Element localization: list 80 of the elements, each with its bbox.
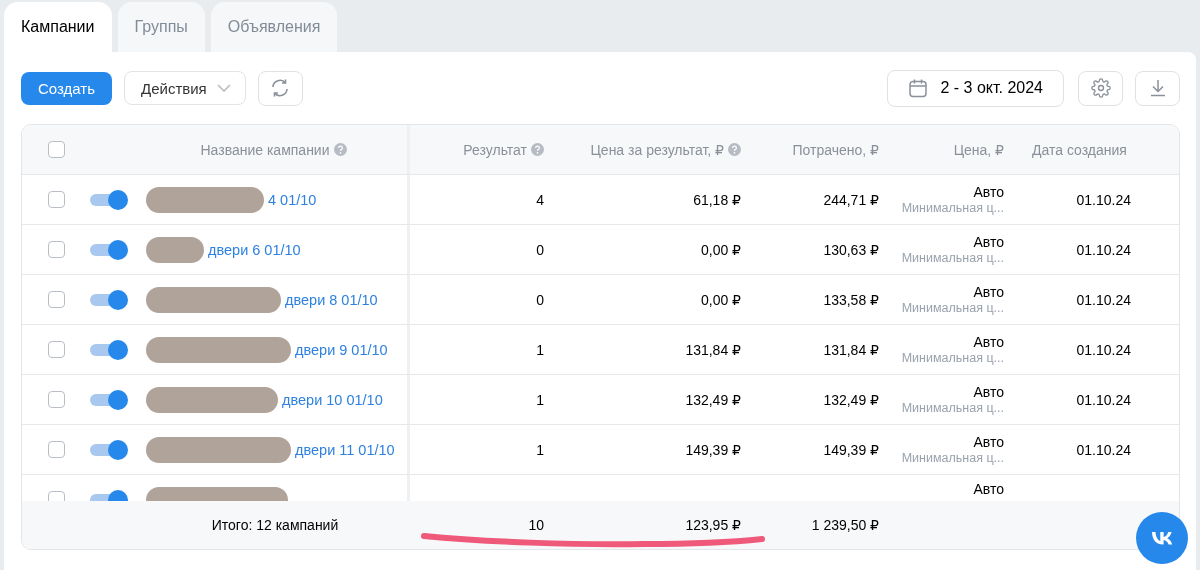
column-header: Цена за результат, ₽	[590, 141, 724, 158]
table-cell: 1	[536, 341, 544, 358]
campaign-name-link[interactable]: двери 8 01/10	[285, 291, 378, 308]
help-icon	[728, 143, 741, 156]
campaign-name-link[interactable]: 4 01/10	[268, 191, 317, 208]
row-checkbox[interactable]	[48, 391, 65, 408]
table-cell: 130,63 ₽	[823, 241, 879, 258]
table-cell: 01.10.24	[1076, 391, 1131, 408]
table-cell: Авто	[973, 234, 1004, 250]
column-header: Результат	[463, 141, 527, 158]
table-cell: Авто	[973, 284, 1004, 300]
table-cell: Минимальная ц...	[901, 201, 1004, 215]
table-cell: Авто	[973, 481, 1004, 497]
table-cell: 1	[536, 441, 544, 458]
settings-button[interactable]	[1078, 70, 1123, 106]
tab[interactable]: Группы	[117, 2, 205, 52]
help-icon	[531, 143, 544, 156]
table-cell: 149,39 ₽	[823, 441, 879, 458]
table-cell: 01.10.24	[1076, 291, 1131, 308]
table-cell: Минимальная ц...	[901, 451, 1004, 465]
table-cell: Авто	[973, 384, 1004, 400]
table-cell: 1	[536, 391, 544, 408]
campaign-name-link[interactable]: двери 11 01/10	[295, 441, 395, 458]
campaign-name-link[interactable]: двери 6 01/10	[208, 241, 301, 258]
create-button[interactable]: Создать	[21, 71, 112, 105]
row-checkbox[interactable]	[48, 191, 65, 208]
table-cell: 0	[536, 241, 544, 258]
table-cell: 0,00 ₽	[700, 241, 741, 258]
table-cell: Минимальная ц...	[901, 351, 1004, 365]
actions-dropdown[interactable]: Действия	[124, 71, 246, 105]
table-cell: Минимальная ц...	[901, 251, 1004, 265]
campaign-name-link[interactable]: двери 9 01/10	[295, 341, 388, 358]
table-cell: 132,49 ₽	[685, 391, 741, 408]
column-header: Дата создания	[1032, 141, 1127, 158]
table-cell: 123,95 ₽	[685, 517, 741, 533]
table-cell: 244,71 ₽	[823, 191, 879, 208]
row-checkbox[interactable]	[48, 241, 65, 258]
table-cell: 10	[528, 517, 544, 533]
row-checkbox[interactable]	[48, 441, 65, 458]
totals-label: Итого: 12 кампаний	[211, 517, 339, 533]
refresh-icon	[270, 78, 291, 98]
table-cell: Авто	[973, 434, 1004, 450]
column-header: Цена, ₽	[953, 141, 1004, 158]
table-cell: 01.10.24	[1076, 241, 1131, 258]
table-cell: 131,84 ₽	[685, 341, 741, 358]
table-cell: Авто	[973, 334, 1004, 350]
date-range-text: 2 - 3 окт. 2024	[940, 79, 1043, 97]
table-cell: 131,84 ₽	[823, 341, 879, 358]
redaction-mark	[146, 236, 204, 263]
row-checkbox[interactable]	[48, 341, 65, 358]
settings-icon	[1090, 78, 1111, 98]
table-cell: 133,58 ₽	[823, 291, 879, 308]
table-cell: Минимальная ц...	[901, 401, 1004, 415]
column-header: Название кампании	[200, 141, 330, 158]
calendar-icon	[908, 78, 929, 98]
tab[interactable]: Объявления	[210, 2, 338, 52]
table-cell: 149,39 ₽	[685, 441, 741, 458]
column-header: Потрачено, ₽	[792, 141, 879, 158]
select-all-checkbox[interactable]	[48, 141, 65, 158]
date-range-button[interactable]: 2 - 3 окт. 2024	[887, 69, 1064, 107]
download-icon	[1148, 79, 1167, 97]
download-button[interactable]	[1135, 70, 1180, 106]
table-cell: 01.10.24	[1076, 341, 1131, 358]
campaign-name-link[interactable]: двери 10 01/10	[282, 391, 383, 408]
table-cell: 0,00 ₽	[700, 291, 741, 308]
row-checkbox[interactable]	[48, 291, 65, 308]
table-cell: Минимальная ц...	[901, 301, 1004, 315]
chevron-down-icon	[216, 84, 231, 92]
table-cell: 4	[536, 191, 544, 208]
table-cell: 132,49 ₽	[823, 391, 879, 408]
refresh-button[interactable]	[257, 70, 303, 106]
table-cell: 01.10.24	[1076, 441, 1131, 458]
tab[interactable]: Кампании	[4, 2, 112, 52]
table-cell: 1 239,50 ₽	[811, 517, 879, 533]
table-cell: 0	[536, 291, 544, 308]
logo-icon	[1151, 531, 1173, 545]
table-cell: Авто	[973, 184, 1004, 200]
help-icon	[333, 143, 347, 156]
table-cell: 61,18 ₽	[693, 191, 741, 208]
table-cell: 01.10.24	[1076, 191, 1131, 208]
